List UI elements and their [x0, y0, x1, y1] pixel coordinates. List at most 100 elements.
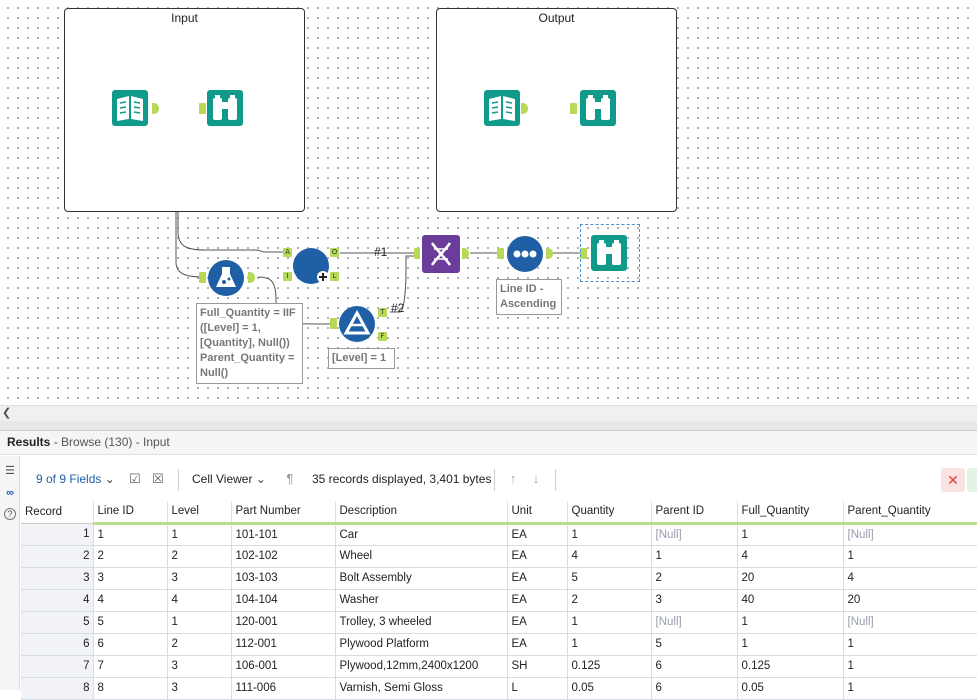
table-cell[interactable]: Trolley, 3 wheeled — [335, 611, 508, 634]
table-cell[interactable]: [Null] — [843, 523, 977, 546]
table-cell[interactable]: 0.125 — [567, 655, 652, 678]
filter-tool[interactable] — [338, 305, 376, 346]
column-header[interactable]: Parent_Quantity — [843, 501, 977, 525]
table-cell[interactable]: Washer — [335, 589, 508, 612]
table-cell[interactable]: EA — [507, 545, 568, 568]
container-output[interactable]: Output — [436, 8, 677, 212]
table-cell[interactable]: 0.05 — [567, 677, 652, 700]
table-cell[interactable]: 0.125 — [737, 655, 844, 678]
table-cell[interactable]: Bolt Assembly — [335, 567, 508, 590]
table-cell[interactable]: EA — [507, 611, 568, 634]
table-cell[interactable]: 0.05 — [737, 677, 844, 700]
panel-splitter[interactable] — [0, 421, 977, 431]
multi-input-anchor[interactable] — [414, 248, 420, 259]
table-cell[interactable]: 3 — [167, 655, 232, 678]
table-row[interactable]: 7 7 3 106-001 Plywood,12mm,2400x1200 SH 0.125 6… — [21, 655, 977, 678]
column-header[interactable]: Unit — [507, 501, 568, 525]
table-row[interactable]: 6 6 2 112-001 Plywood Platform EA 1 5 1 1 — [21, 633, 977, 656]
record-number-cell[interactable]: 3 — [21, 567, 94, 590]
table-cell[interactable]: 6 — [651, 677, 738, 700]
table-row[interactable]: 1 1 1 101-101 Car EA 1 [Null] 1 [Null] — [21, 523, 977, 546]
table-cell[interactable]: 8 — [93, 677, 168, 700]
table-cell[interactable]: 7 — [93, 655, 168, 678]
table-cell[interactable]: L — [507, 677, 568, 700]
table-cell[interactable]: 1 — [567, 633, 652, 656]
union-tool[interactable] — [422, 235, 460, 276]
pilcrow-icon[interactable]: ¶ — [282, 471, 298, 487]
table-cell[interactable]: 1 — [737, 523, 844, 546]
join-right-output-anchor[interactable]: L — [330, 272, 339, 281]
table-cell[interactable]: 2 — [167, 633, 232, 656]
table-cell[interactable]: 4 — [567, 545, 652, 568]
workflow-canvas[interactable]: Input Output A I O L #1 T F #2 Full_Quan… — [0, 0, 977, 405]
table-cell[interactable]: Varnish, Semi Gloss — [335, 677, 508, 700]
input-data-tool[interactable] — [112, 90, 148, 129]
table-cell[interactable]: 1 — [843, 633, 977, 656]
input-data-tool[interactable] — [484, 90, 520, 129]
table-row[interactable]: 4 4 4 104-104 Washer EA 2 3 40 20 — [21, 589, 977, 612]
results-grid[interactable]: Record Line ID Level Part Number Description… — [21, 501, 977, 700]
input-anchor[interactable] — [199, 272, 206, 283]
sort-tool[interactable] — [506, 235, 544, 276]
cell-viewer-dropdown[interactable]: Cell Viewer ⌄ — [192, 472, 266, 486]
close-icon[interactable]: ✕ — [941, 468, 965, 492]
table-cell[interactable]: EA — [507, 523, 568, 546]
table-cell[interactable]: Plywood Platform — [335, 633, 508, 656]
column-header[interactable]: Level — [167, 501, 232, 525]
clear-icon[interactable]: ☒ — [150, 471, 166, 487]
table-cell[interactable]: 102-102 — [231, 545, 336, 568]
browse-tool[interactable] — [580, 90, 616, 129]
checkbox-edit-icon[interactable]: ☑ — [127, 471, 143, 487]
table-cell[interactable]: 101-101 — [231, 523, 336, 546]
browse-tool-selected[interactable] — [580, 224, 640, 282]
table-cell[interactable]: 103-103 — [231, 567, 336, 590]
table-cell[interactable]: Wheel — [335, 545, 508, 568]
table-cell[interactable]: 4 — [93, 589, 168, 612]
table-cell[interactable]: 1 — [843, 545, 977, 568]
table-cell[interactable]: 6 — [651, 655, 738, 678]
join-left-anchor[interactable]: A — [283, 248, 292, 257]
table-cell[interactable]: 4 — [843, 567, 977, 590]
filter-true-anchor[interactable]: T — [378, 308, 387, 317]
filter-false-anchor[interactable]: F — [378, 332, 387, 341]
table-cell[interactable]: [Null] — [651, 611, 738, 634]
column-header[interactable]: Record — [21, 501, 94, 524]
table-cell[interactable]: 1 — [737, 633, 844, 656]
table-cell[interactable]: 5 — [567, 567, 652, 590]
record-number-cell[interactable]: 1 — [21, 523, 94, 546]
table-cell[interactable]: 20 — [737, 567, 844, 590]
table-cell[interactable]: 1 — [93, 523, 168, 546]
table-cell[interactable]: 40 — [737, 589, 844, 612]
column-header[interactable]: Description — [335, 501, 508, 525]
join-right-anchor[interactable]: I — [283, 272, 292, 281]
table-cell[interactable]: 3 — [167, 567, 232, 590]
table-cell[interactable]: 2 — [167, 545, 232, 568]
table-cell[interactable]: EA — [507, 633, 568, 656]
arrow-down-icon[interactable]: ↓ — [528, 471, 544, 487]
table-cell[interactable]: 120-001 — [231, 611, 336, 634]
help-icon[interactable]: ? — [4, 508, 16, 520]
container-input[interactable]: Input — [64, 8, 305, 212]
input-anchor[interactable] — [330, 318, 337, 329]
input-anchor[interactable] — [497, 248, 504, 259]
table-cell[interactable]: [Null] — [843, 611, 977, 634]
record-number-cell[interactable]: 6 — [21, 633, 94, 656]
table-cell[interactable]: 1 — [843, 655, 977, 678]
table-cell[interactable]: 5 — [651, 633, 738, 656]
table-cell[interactable]: 3 — [167, 677, 232, 700]
input-anchor[interactable] — [199, 103, 206, 114]
table-cell[interactable]: 2 — [93, 545, 168, 568]
column-header[interactable]: Parent ID — [651, 501, 738, 525]
record-number-cell[interactable]: 7 — [21, 655, 94, 678]
column-header[interactable]: Line ID — [93, 501, 168, 525]
column-header[interactable]: Full_Quantity — [737, 501, 844, 525]
scroll-left-arrow-icon[interactable]: ❮ — [2, 406, 11, 419]
table-cell[interactable]: 20 — [843, 589, 977, 612]
table-cell[interactable]: EA — [507, 589, 568, 612]
arrow-up-icon[interactable]: ↑ — [505, 471, 521, 487]
table-cell[interactable]: 2 — [567, 589, 652, 612]
table-cell[interactable]: 6 — [93, 633, 168, 656]
table-cell[interactable]: Plywood,12mm,2400x1200 — [335, 655, 508, 678]
table-cell[interactable]: Car — [335, 523, 508, 546]
table-cell[interactable]: 112-001 — [231, 633, 336, 656]
